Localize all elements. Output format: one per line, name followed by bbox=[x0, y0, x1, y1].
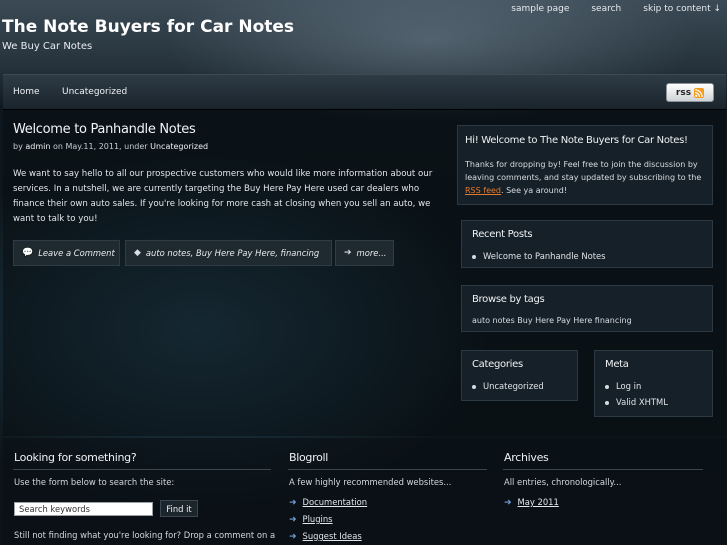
nav-item-uncategorized[interactable]: Uncategorized bbox=[62, 87, 127, 97]
arrow-right-icon: ➜ bbox=[289, 515, 297, 525]
site-header: The Note Buyers for Car Notes We Buy Car… bbox=[0, 0, 727, 72]
sample-page-link[interactable]: sample page bbox=[511, 4, 569, 14]
footer-archives-text: All entries, chronologically... bbox=[504, 477, 622, 487]
tags-widget: Browse by tags auto notes Buy Here Pay H… bbox=[461, 285, 713, 332]
footer-blogroll-text: A few highly recommended websites... bbox=[289, 477, 452, 487]
rss-button[interactable]: rss bbox=[666, 83, 714, 102]
post-tags-label: auto notes, Buy Here Pay Here, financing bbox=[145, 248, 320, 258]
post-tags-button[interactable]: ◆ auto notes, Buy Here Pay Here, financi… bbox=[125, 240, 332, 266]
search-input[interactable] bbox=[14, 502, 153, 516]
comment-icon: 💬 bbox=[22, 248, 34, 258]
more-button[interactable]: ➔ more... bbox=[335, 240, 394, 266]
top-links: sample page search skip to content ↓ bbox=[511, 4, 721, 14]
blogroll-link-plugins[interactable]: ➜ Plugins bbox=[289, 514, 333, 525]
footer-search-text: Use the form below to search the site: bbox=[14, 477, 175, 487]
skip-to-content-link[interactable]: skip to content ↓ bbox=[643, 4, 721, 14]
rss-label: rss bbox=[675, 87, 692, 98]
arrow-right-icon: ➜ bbox=[289, 498, 297, 508]
blogroll-link-label: Documentation bbox=[302, 497, 368, 507]
footer-blogroll-title: Blogroll bbox=[289, 451, 329, 464]
meta-item-login[interactable]: Log in bbox=[605, 381, 641, 391]
categories-title: Categories bbox=[472, 359, 523, 370]
welcome-title: Hi! Welcome to The Note Buyers for Car N… bbox=[465, 135, 688, 146]
category-item-uncategorized[interactable]: Uncategorized bbox=[472, 381, 544, 391]
post-author-link[interactable]: admin bbox=[25, 142, 50, 151]
meta-item-valid-xhtml[interactable]: Valid XHTML bbox=[605, 397, 668, 407]
categories-widget: Categories Uncategorized bbox=[461, 350, 578, 401]
search-link[interactable]: search bbox=[591, 4, 621, 14]
site-title[interactable]: The Note Buyers for Car Notes bbox=[2, 17, 294, 37]
recent-posts-widget: Recent Posts Welcome to Panhandle Notes bbox=[461, 220, 713, 268]
welcome-text: Thanks for dropping by! Feel free to joi… bbox=[465, 158, 709, 197]
arrow-right-icon: ➜ bbox=[504, 498, 512, 508]
footer: Looking for something? Use the form belo… bbox=[3, 438, 726, 545]
post-body: We want to say hello to all our prospect… bbox=[13, 169, 433, 224]
tag-icon: ◆ bbox=[134, 248, 141, 258]
footer-archives-title: Archives bbox=[504, 451, 549, 464]
tags-title: Browse by tags bbox=[472, 294, 545, 305]
recent-post-item[interactable]: Welcome to Panhandle Notes bbox=[472, 251, 606, 261]
find-it-button[interactable]: Find it bbox=[160, 500, 198, 517]
welcome-text-after: . See ya around! bbox=[501, 186, 568, 195]
archive-link-may-2011[interactable]: ➜ May 2011 bbox=[504, 497, 559, 508]
rss-feed-link[interactable]: RSS feed bbox=[465, 186, 501, 195]
post-meta-date: on May.11, 2011, under bbox=[52, 142, 148, 151]
footer-search-bottom-text: Still not finding what you're looking fo… bbox=[14, 530, 276, 540]
post-meta-by: by bbox=[13, 142, 23, 151]
footer-archives-divider bbox=[503, 469, 703, 470]
footer-blogroll-divider bbox=[288, 469, 487, 470]
nav-item-home[interactable]: Home bbox=[13, 87, 40, 97]
blogroll-link-suggest-ideas[interactable]: ➜ Suggest Ideas bbox=[289, 531, 362, 542]
blogroll-link-label: Suggest Ideas bbox=[302, 531, 362, 541]
welcome-text-before: Thanks for dropping by! Feel free to joi… bbox=[465, 160, 702, 182]
footer-search-divider bbox=[13, 469, 271, 470]
rss-feed-icon bbox=[694, 87, 705, 98]
blogroll-link-documentation[interactable]: ➜ Documentation bbox=[289, 497, 367, 508]
main-nav: Home Uncategorized rss bbox=[3, 75, 726, 110]
meta-title: Meta bbox=[605, 359, 629, 370]
main-content-wrapper: Home Uncategorized rss Welcome to Panhan… bbox=[3, 74, 726, 436]
post-category-link[interactable]: Uncategorized bbox=[150, 142, 208, 151]
arrow-right-icon: ➔ bbox=[344, 248, 352, 258]
tag-cloud[interactable]: auto notes Buy Here Pay Here financing bbox=[472, 314, 632, 327]
archive-link-label: May 2011 bbox=[517, 497, 559, 507]
blogroll-link-label: Plugins bbox=[302, 514, 333, 524]
footer-search-title: Looking for something? bbox=[14, 451, 137, 464]
post-meta: by admin on May.11, 2011, under Uncatego… bbox=[13, 142, 208, 151]
more-label: more... bbox=[356, 248, 387, 258]
welcome-widget: Hi! Welcome to The Note Buyers for Car N… bbox=[457, 125, 713, 205]
recent-posts-title: Recent Posts bbox=[472, 229, 533, 240]
arrow-right-icon: ➜ bbox=[289, 532, 297, 542]
leave-comment-button[interactable]: 💬 Leave a Comment bbox=[13, 240, 120, 266]
meta-widget: Meta Log in Valid XHTML bbox=[594, 350, 713, 417]
post-title[interactable]: Welcome to Panhandle Notes bbox=[13, 122, 196, 137]
site-tagline: We Buy Car Notes bbox=[2, 41, 93, 52]
leave-comment-label: Leave a Comment bbox=[38, 248, 115, 258]
